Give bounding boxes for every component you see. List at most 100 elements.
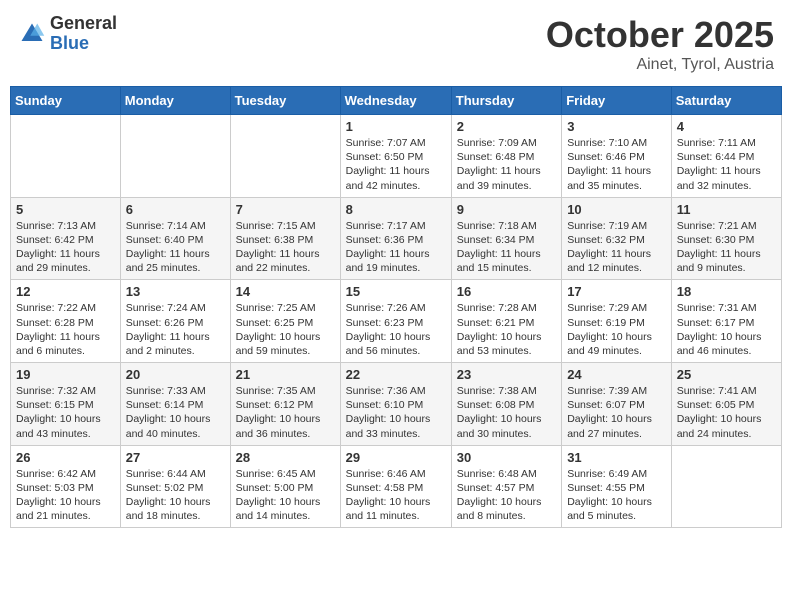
day-number: 18 [677,284,776,299]
day-info: Sunrise: 7:18 AM Sunset: 6:34 PM Dayligh… [457,219,556,276]
calendar-cell: 5 Sunrise: 7:13 AM Sunset: 6:42 PM Daylig… [11,197,121,280]
day-number: 1 [346,119,446,134]
calendar-cell: 1 Sunrise: 7:07 AM Sunset: 6:50 PM Daylig… [340,115,451,198]
day-of-week-header: Thursday [451,87,561,115]
calendar-cell [671,445,781,528]
day-number: 25 [677,367,776,382]
day-info: Sunrise: 7:15 AM Sunset: 6:38 PM Dayligh… [236,219,335,276]
calendar-cell: 6 Sunrise: 7:14 AM Sunset: 6:40 PM Daylig… [120,197,230,280]
calendar-cell: 20 Sunrise: 7:33 AM Sunset: 6:14 PM Dayli… [120,363,230,446]
day-number: 21 [236,367,335,382]
day-info: Sunrise: 7:09 AM Sunset: 6:48 PM Dayligh… [457,136,556,193]
day-info: Sunrise: 7:07 AM Sunset: 6:50 PM Dayligh… [346,136,446,193]
day-info: Sunrise: 7:38 AM Sunset: 6:08 PM Dayligh… [457,384,556,441]
location-text: Ainet, Tyrol, Austria [546,56,774,74]
day-number: 22 [346,367,446,382]
day-of-week-header: Saturday [671,87,781,115]
calendar-cell: 29Sunrise: 6:46 AM Sunset: 4:58 PM Dayli… [340,445,451,528]
calendar-cell: 31 Sunrise: 6:49 AM Sunset: 4:55 PM Dayli… [562,445,672,528]
day-of-week-header: Sunday [11,87,121,115]
day-of-week-header: Wednesday [340,87,451,115]
logo-icon [18,20,46,48]
day-info: Sunrise: 7:10 AM Sunset: 6:46 PM Dayligh… [567,136,666,193]
calendar-cell: 26Sunrise: 6:42 AM Sunset: 5:03 PM Dayli… [11,445,121,528]
day-number: 10 [567,202,666,217]
day-info: Sunrise: 6:49 AM Sunset: 4:55 PM Dayligh… [567,467,666,524]
calendar-cell: 9 Sunrise: 7:18 AM Sunset: 6:34 PM Daylig… [451,197,561,280]
day-info: Sunrise: 7:13 AM Sunset: 6:42 PM Dayligh… [16,219,115,276]
calendar-week-row: 19 Sunrise: 7:32 AM Sunset: 6:15 PM Dayli… [11,363,782,446]
day-info: Sunrise: 7:22 AM Sunset: 6:28 PM Dayligh… [16,301,115,358]
day-info: Sunrise: 7:39 AM Sunset: 6:07 PM Dayligh… [567,384,666,441]
day-info: Sunrise: 7:11 AM Sunset: 6:44 PM Dayligh… [677,136,776,193]
month-title: October 2025 [546,14,774,56]
calendar-week-row: 26Sunrise: 6:42 AM Sunset: 5:03 PM Dayli… [11,445,782,528]
calendar-cell: 13 Sunrise: 7:24 AM Sunset: 6:26 PM Dayli… [120,280,230,363]
page-header: General Blue October 2025 Ainet, Tyrol, … [10,10,782,78]
day-info: Sunrise: 7:29 AM Sunset: 6:19 PM Dayligh… [567,301,666,358]
calendar-header-row: SundayMondayTuesdayWednesdayThursdayFrid… [11,87,782,115]
calendar-cell: 30Sunrise: 6:48 AM Sunset: 4:57 PM Dayli… [451,445,561,528]
calendar-cell: 8 Sunrise: 7:17 AM Sunset: 6:36 PM Daylig… [340,197,451,280]
day-info: Sunrise: 6:45 AM Sunset: 5:00 PM Dayligh… [236,467,335,524]
day-info: Sunrise: 7:24 AM Sunset: 6:26 PM Dayligh… [126,301,225,358]
day-number: 29 [346,450,446,465]
logo-blue-text: Blue [50,34,117,54]
day-of-week-header: Tuesday [230,87,340,115]
calendar-cell: 10 Sunrise: 7:19 AM Sunset: 6:32 PM Dayli… [562,197,672,280]
day-number: 8 [346,202,446,217]
calendar-week-row: 5 Sunrise: 7:13 AM Sunset: 6:42 PM Daylig… [11,197,782,280]
day-info: Sunrise: 7:14 AM Sunset: 6:40 PM Dayligh… [126,219,225,276]
day-number: 27 [126,450,225,465]
day-info: Sunrise: 7:25 AM Sunset: 6:25 PM Dayligh… [236,301,335,358]
calendar-table: SundayMondayTuesdayWednesdayThursdayFrid… [10,86,782,528]
calendar-cell [11,115,121,198]
calendar-cell: 19 Sunrise: 7:32 AM Sunset: 6:15 PM Dayli… [11,363,121,446]
calendar-cell: 11Sunrise: 7:21 AM Sunset: 6:30 PM Dayli… [671,197,781,280]
day-info: Sunrise: 7:32 AM Sunset: 6:15 PM Dayligh… [16,384,115,441]
day-of-week-header: Friday [562,87,672,115]
calendar-cell: 23 Sunrise: 7:38 AM Sunset: 6:08 PM Dayli… [451,363,561,446]
logo-general-text: General [50,14,117,34]
day-info: Sunrise: 7:33 AM Sunset: 6:14 PM Dayligh… [126,384,225,441]
day-number: 23 [457,367,556,382]
calendar-cell: 28 Sunrise: 6:45 AM Sunset: 5:00 PM Dayli… [230,445,340,528]
day-info: Sunrise: 7:17 AM Sunset: 6:36 PM Dayligh… [346,219,446,276]
calendar-cell: 16Sunrise: 7:28 AM Sunset: 6:21 PM Dayli… [451,280,561,363]
day-number: 16 [457,284,556,299]
day-number: 19 [16,367,115,382]
day-number: 13 [126,284,225,299]
day-number: 30 [457,450,556,465]
day-number: 24 [567,367,666,382]
calendar-cell: 2Sunrise: 7:09 AM Sunset: 6:48 PM Daylig… [451,115,561,198]
calendar-cell: 7 Sunrise: 7:15 AM Sunset: 6:38 PM Daylig… [230,197,340,280]
day-number: 9 [457,202,556,217]
calendar-cell: 15Sunrise: 7:26 AM Sunset: 6:23 PM Dayli… [340,280,451,363]
day-number: 14 [236,284,335,299]
title-block: October 2025 Ainet, Tyrol, Austria [546,14,774,74]
day-number: 7 [236,202,335,217]
calendar-cell: 22Sunrise: 7:36 AM Sunset: 6:10 PM Dayli… [340,363,451,446]
day-number: 5 [16,202,115,217]
day-number: 4 [677,119,776,134]
day-info: Sunrise: 7:19 AM Sunset: 6:32 PM Dayligh… [567,219,666,276]
calendar-week-row: 12 Sunrise: 7:22 AM Sunset: 6:28 PM Dayli… [11,280,782,363]
calendar-cell: 12 Sunrise: 7:22 AM Sunset: 6:28 PM Dayli… [11,280,121,363]
day-of-week-header: Monday [120,87,230,115]
calendar-cell [120,115,230,198]
day-number: 3 [567,119,666,134]
day-number: 11 [677,202,776,217]
day-number: 15 [346,284,446,299]
calendar-cell: 18Sunrise: 7:31 AM Sunset: 6:17 PM Dayli… [671,280,781,363]
calendar-cell: 21 Sunrise: 7:35 AM Sunset: 6:12 PM Dayli… [230,363,340,446]
day-number: 28 [236,450,335,465]
day-info: Sunrise: 6:42 AM Sunset: 5:03 PM Dayligh… [16,467,115,524]
calendar-cell: 17 Sunrise: 7:29 AM Sunset: 6:19 PM Dayli… [562,280,672,363]
day-info: Sunrise: 7:35 AM Sunset: 6:12 PM Dayligh… [236,384,335,441]
day-number: 17 [567,284,666,299]
day-number: 20 [126,367,225,382]
day-number: 31 [567,450,666,465]
day-number: 6 [126,202,225,217]
calendar-cell [230,115,340,198]
day-number: 12 [16,284,115,299]
